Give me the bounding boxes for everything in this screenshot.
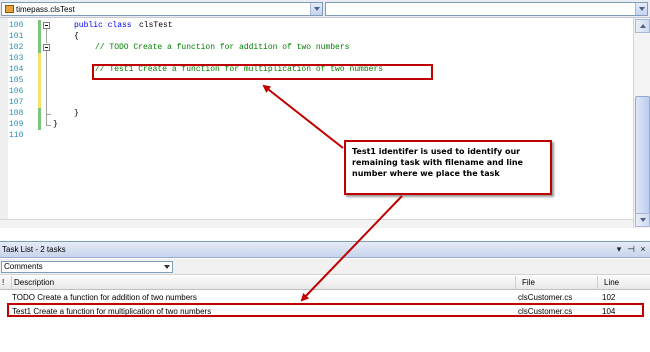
chevron-down-icon	[639, 7, 645, 11]
change-marker	[38, 64, 41, 75]
change-marker	[38, 53, 41, 64]
code-editor[interactable]: 100 public class clsTest 101 { 102 // TO…	[0, 18, 650, 228]
outline-guide	[46, 114, 47, 125]
code-text: }	[53, 120, 58, 129]
scroll-up-button[interactable]	[635, 19, 650, 33]
line-number: 109	[9, 120, 24, 129]
outline-guide	[46, 51, 47, 114]
task-table-header: ! Description File Line	[0, 276, 650, 290]
code-line[interactable]: 107	[0, 97, 632, 108]
outline-guide	[46, 29, 47, 43]
task-filter-dropdown-button[interactable]	[162, 262, 172, 272]
collapse-region-icon[interactable]	[43, 22, 50, 29]
outline-guide	[46, 125, 51, 126]
code-comment: // TODO Create a function for addition o…	[95, 43, 350, 52]
task-annotation-box	[7, 303, 644, 317]
code-line[interactable]: 101 {	[0, 31, 632, 42]
task-filter-dropdown[interactable]: Comments	[1, 261, 173, 273]
editor-navigation-bar: timepass.clsTest	[0, 0, 650, 18]
editor-horizontal-scrollbar[interactable]	[0, 219, 633, 228]
task-list-header: Task List - 2 tasks ▾ ⊣ ×	[0, 242, 650, 258]
code-annotation-box	[92, 64, 433, 80]
member-dropdown[interactable]	[325, 2, 648, 16]
change-marker	[38, 42, 41, 53]
collapse-region-icon[interactable]	[43, 44, 50, 51]
column-description[interactable]: Description	[12, 276, 516, 290]
code-text: clsTest	[139, 21, 173, 30]
code-line[interactable]: 100 public class clsTest	[0, 20, 632, 31]
change-marker	[38, 86, 41, 97]
pin-icon[interactable]: ⊣	[626, 244, 636, 255]
line-number: 103	[9, 54, 24, 63]
window-position-icon[interactable]: ▾	[614, 244, 624, 255]
change-marker	[38, 75, 41, 86]
change-marker	[38, 20, 41, 31]
class-dropdown-button[interactable]	[310, 3, 322, 15]
line-number: 100	[9, 21, 24, 30]
class-dropdown-value: timepass.clsTest	[16, 5, 75, 14]
class-icon	[5, 5, 14, 13]
code-line[interactable]: 103	[0, 53, 632, 64]
callout-text: Test1 identifer is used to identify our …	[352, 147, 523, 178]
chevron-up-icon	[640, 24, 646, 28]
task-filter-value: Comments	[4, 262, 43, 271]
task-filter-bar: Comments	[0, 259, 650, 275]
change-marker	[38, 97, 41, 108]
column-priority[interactable]: !	[0, 276, 12, 290]
code-line[interactable]: 106	[0, 86, 632, 97]
line-number: 102	[9, 43, 24, 52]
line-number: 110	[9, 131, 24, 140]
line-number: 104	[9, 65, 24, 74]
line-number: 107	[9, 98, 24, 107]
code-line[interactable]: 108 }	[0, 108, 632, 119]
line-number: 101	[9, 32, 24, 41]
chevron-down-icon	[640, 218, 646, 222]
scrollbar-thumb[interactable]	[635, 96, 650, 226]
class-dropdown[interactable]: timepass.clsTest	[1, 2, 323, 16]
code-line[interactable]: 102 // TODO Create a function for additi…	[0, 42, 632, 53]
task-list-panel: Task List - 2 tasks ▾ ⊣ × Comments ! Des…	[0, 241, 650, 352]
line-number: 106	[9, 87, 24, 96]
chevron-down-icon	[164, 265, 170, 269]
change-marker	[38, 119, 41, 130]
column-line[interactable]: Line	[598, 276, 650, 290]
annotation-callout: Test1 identifer is used to identify our …	[344, 140, 552, 195]
chevron-down-icon	[314, 7, 320, 11]
code-text: }	[74, 109, 79, 118]
editor-vertical-scrollbar[interactable]	[633, 18, 650, 228]
close-icon[interactable]: ×	[638, 244, 648, 255]
column-file[interactable]: File	[516, 276, 598, 290]
code-line[interactable]: 109 }	[0, 119, 632, 130]
scroll-down-button[interactable]	[635, 213, 650, 227]
line-number: 105	[9, 76, 24, 85]
change-marker	[38, 108, 41, 119]
member-dropdown-button[interactable]	[635, 3, 647, 15]
line-number: 108	[9, 109, 24, 118]
change-marker	[38, 31, 41, 42]
code-text: {	[74, 32, 79, 41]
code-keyword: public class	[74, 21, 137, 30]
task-list-title: Task List - 2 tasks	[2, 245, 66, 254]
